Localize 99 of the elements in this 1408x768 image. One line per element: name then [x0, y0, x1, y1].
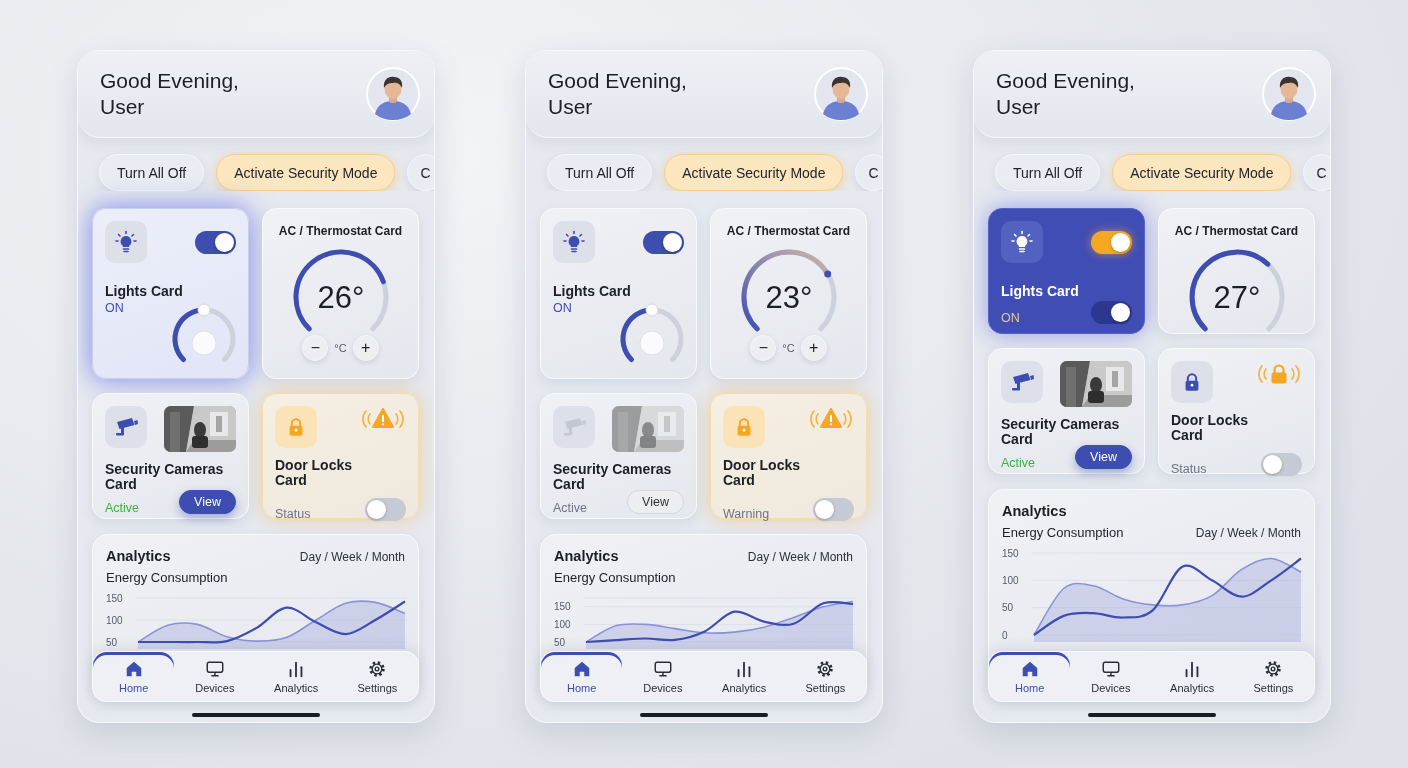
- greeting-title: Good Evening, User: [100, 68, 240, 120]
- status-text: ON: [553, 301, 572, 315]
- view-button[interactable]: View: [627, 490, 684, 514]
- increase-button[interactable]: +: [800, 335, 827, 361]
- status-text: Status: [1171, 462, 1207, 476]
- chart-subtitle: Energy Consumption: [1002, 525, 1124, 540]
- axis-label: 100: [554, 618, 571, 630]
- status-text: Warning: [723, 507, 770, 521]
- avatar-icon[interactable]: [366, 67, 420, 121]
- nav-tab[interactable]: Analytics: [703, 652, 785, 701]
- analytics-title: Analytics: [1002, 503, 1068, 519]
- quick-action-chip[interactable]: Activate Security Mode: [664, 154, 844, 191]
- quick-action-chip[interactable]: Turn All Off: [995, 154, 1101, 191]
- power-switch[interactable]: [1091, 231, 1132, 254]
- lock-switch[interactable]: [365, 498, 406, 521]
- monitor-icon: [204, 659, 225, 679]
- card-title: Security Cameras Card: [105, 462, 225, 492]
- decrease-button[interactable]: −: [302, 335, 329, 361]
- quick-action-chip[interactable]: Turn All Off: [99, 154, 205, 191]
- axis-label: 150: [106, 593, 123, 604]
- light-switch[interactable]: [1091, 300, 1132, 324]
- status-text: ON: [105, 301, 124, 315]
- axis-label: 100: [1002, 574, 1019, 586]
- quick-action-chip[interactable]: C: [407, 154, 434, 191]
- greeting-title: Good Evening, User: [548, 68, 688, 120]
- quick-action-chip[interactable]: Turn All Off: [547, 154, 653, 191]
- status-text: Status: [275, 507, 311, 521]
- power-switch[interactable]: [195, 231, 236, 254]
- status-text: Active: [105, 501, 140, 515]
- status-text: Active: [553, 501, 588, 515]
- power-switch[interactable]: [643, 231, 684, 254]
- card-title: AC / Thermostat Card: [278, 223, 403, 239]
- card-title: AC / Thermostat Card: [1174, 223, 1299, 239]
- temperature-gauge[interactable]: 26°: [285, 245, 396, 335]
- nav-tab[interactable]: Home: [93, 652, 175, 701]
- bulb-icon: [553, 221, 595, 263]
- quick-action-chip[interactable]: Activate Security Mode: [216, 154, 396, 191]
- bulb-icon: [105, 221, 147, 263]
- nav-tab[interactable]: Home: [989, 652, 1071, 701]
- nav-tab[interactable]: Devices: [622, 652, 704, 701]
- lock-alert-icon: [1256, 361, 1302, 387]
- quick-action-chip[interactable]: C: [1303, 154, 1330, 191]
- settings-icon: [367, 659, 388, 679]
- nav-tab[interactable]: Home: [541, 652, 623, 701]
- nav-tab[interactable]: Devices: [174, 652, 256, 701]
- axis-label: 50: [554, 636, 566, 648]
- chart-subtitle: Energy Consumption: [106, 570, 229, 585]
- avatar-icon[interactable]: [1262, 67, 1316, 121]
- settings-icon: [815, 659, 836, 679]
- unit-label: °C: [334, 342, 347, 354]
- card-title: Security Cameras Card: [553, 462, 673, 492]
- card-title: Door Locks Card: [275, 458, 353, 488]
- analytics-title: Analytics: [106, 548, 171, 564]
- nav-tab[interactable]: Settings: [336, 652, 418, 701]
- card-title: Security Cameras Card: [1001, 417, 1121, 447]
- monitor-icon: [652, 659, 673, 679]
- settings-icon: [1263, 659, 1284, 679]
- card-title: Door Locks Card: [723, 458, 801, 488]
- quick-action-chip[interactable]: C: [855, 154, 882, 191]
- decrease-button[interactable]: −: [750, 335, 777, 361]
- card-title: Lights Card: [1001, 283, 1080, 299]
- bulb-icon: [1001, 221, 1043, 263]
- period-selector[interactable]: Day / Week / Month: [1195, 526, 1301, 540]
- period-selector[interactable]: Day / Week / Month: [299, 550, 405, 564]
- increase-button[interactable]: +: [352, 335, 379, 361]
- lock-icon: [275, 406, 317, 448]
- axis-label: 150: [1002, 548, 1019, 559]
- nav-tab[interactable]: Analytics: [1151, 652, 1233, 701]
- axis-label: 50: [106, 636, 118, 648]
- card-title: Lights Card: [553, 283, 632, 299]
- view-button[interactable]: View: [1075, 445, 1132, 469]
- greeting-title: Good Evening, User: [996, 68, 1136, 120]
- temperature-gauge[interactable]: 27°: [1181, 245, 1292, 335]
- unit-label: °C: [782, 342, 795, 354]
- card-title: Lights Card: [105, 283, 184, 299]
- axis-label: 100: [106, 614, 123, 626]
- card-title: Door Locks Card: [1171, 413, 1249, 443]
- lock-icon: [723, 406, 765, 448]
- avatar-icon[interactable]: [814, 67, 868, 121]
- lock-switch[interactable]: [813, 498, 854, 521]
- nav-tab[interactable]: Devices: [1070, 652, 1152, 701]
- monitor-icon: [1100, 659, 1121, 679]
- analytics-title: Analytics: [554, 548, 619, 564]
- card-title: AC / Thermostat Card: [726, 223, 851, 239]
- status-text: ON: [1001, 311, 1020, 325]
- view-button[interactable]: View: [179, 490, 236, 514]
- nav-tab[interactable]: Settings: [784, 652, 866, 701]
- axis-label: 0: [1002, 629, 1008, 641]
- axis-label: 150: [554, 601, 571, 613]
- quick-action-chip[interactable]: Activate Security Mode: [1112, 154, 1292, 191]
- temperature-gauge[interactable]: 23°: [733, 245, 844, 335]
- lock-switch[interactable]: [1261, 453, 1302, 476]
- nav-tab[interactable]: Settings: [1232, 652, 1314, 701]
- lock-icon: [1171, 361, 1213, 403]
- axis-label: 50: [1002, 602, 1014, 614]
- status-text: Active: [1001, 456, 1036, 470]
- period-selector[interactable]: Day / Week / Month: [747, 550, 853, 564]
- chart-subtitle: Energy Consumption: [554, 570, 677, 585]
- nav-tab[interactable]: Analytics: [255, 652, 337, 701]
